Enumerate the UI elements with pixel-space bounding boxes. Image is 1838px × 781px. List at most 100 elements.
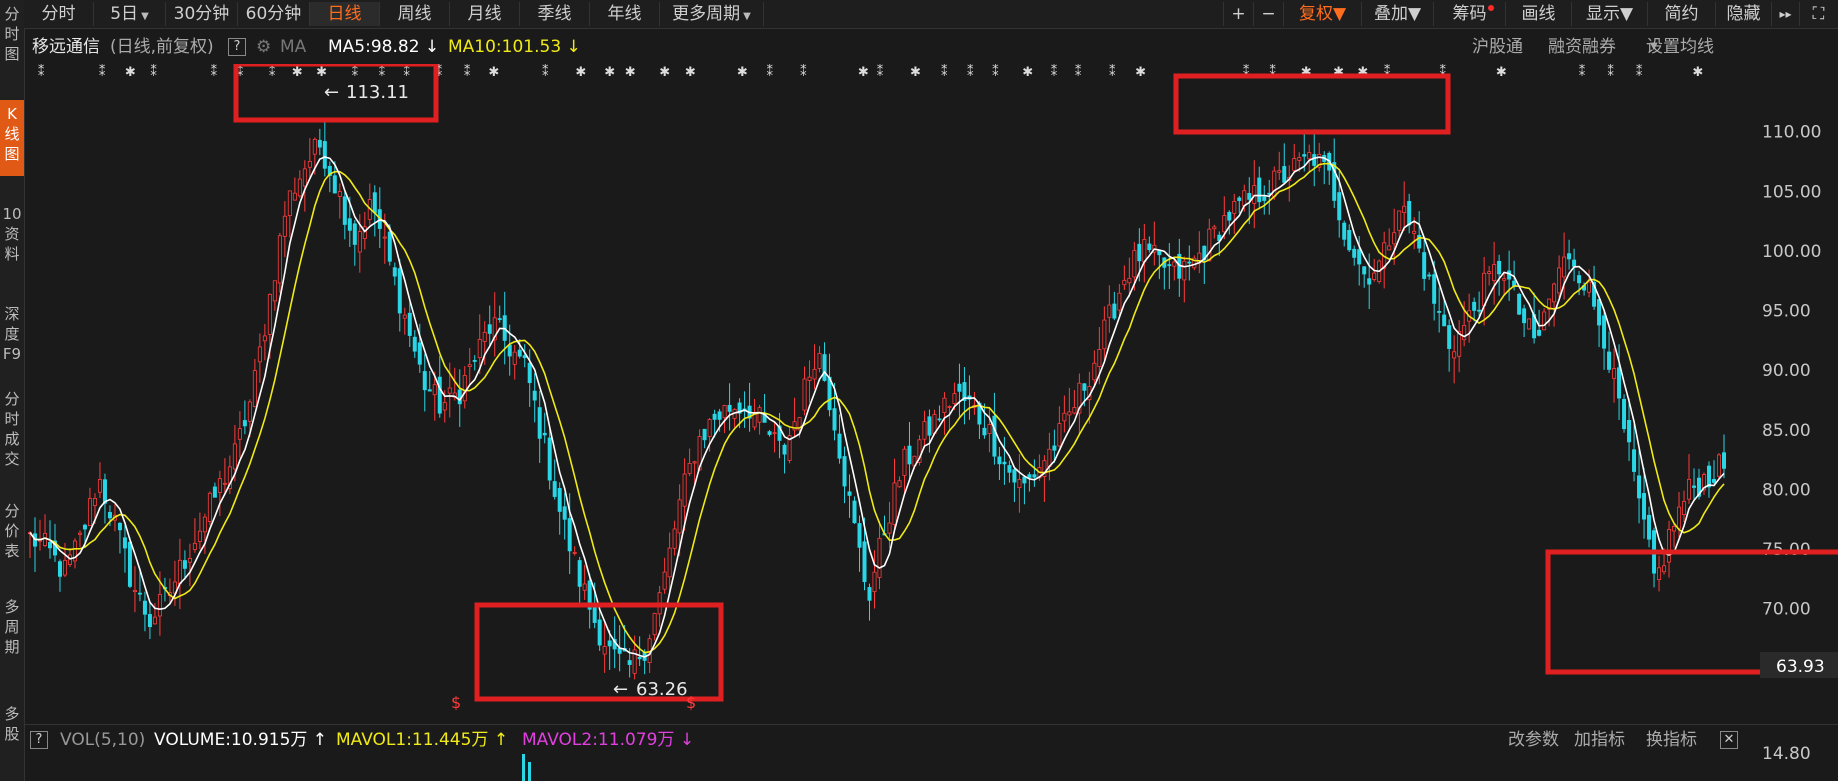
candle-body <box>537 407 542 439</box>
candle-body <box>1207 228 1212 262</box>
candle-body <box>1032 474 1037 478</box>
tab-label: 月线 <box>467 4 502 24</box>
candle-body <box>1107 304 1112 318</box>
period-toolbar: 分时 5日 ▼ 30分钟 60分钟 日线 周线 月线 季线 年线 更多周期 ▼ + … <box>24 0 1838 29</box>
caret-down-icon: ▼ <box>1619 4 1634 24</box>
tab-daily[interactable]: 日线 <box>310 2 380 26</box>
sidebar-item-kline[interactable]: K线图 <box>0 100 24 176</box>
candle-body <box>807 376 812 381</box>
volume-title[interactable]: VOL(5,10) <box>60 725 145 755</box>
candle-body <box>282 215 287 237</box>
candle-body <box>202 516 207 533</box>
candle-body <box>1132 250 1137 278</box>
sidebar-item-fenshi[interactable]: 分时图 <box>0 0 24 72</box>
expand-right-icon[interactable]: ▸▸ <box>1771 2 1799 26</box>
event-marker-icon: ✱ <box>488 65 499 80</box>
display-label: 显示 <box>1585 4 1620 24</box>
price-axis-label: 105.00 <box>1762 182 1821 202</box>
candle-body <box>372 192 377 214</box>
candle-body <box>157 594 162 617</box>
high-arrow-icon: ← <box>324 82 339 103</box>
zoom-out-button[interactable]: − <box>1253 2 1283 26</box>
sidebar-item-tick[interactable]: 分时成交 <box>0 385 24 477</box>
candle-body <box>472 360 477 362</box>
candle-body <box>562 506 567 520</box>
event-marker-icon: ⁑ <box>99 64 106 80</box>
candle-body <box>557 488 562 512</box>
candle-body <box>397 268 402 314</box>
candle-body <box>417 342 422 365</box>
event-marker-icon: ✱ <box>685 65 696 80</box>
candle-body <box>772 432 777 435</box>
candle-body <box>937 418 942 421</box>
sidebar-item-f10[interactable]: 10资料 <box>0 200 24 276</box>
candle-body <box>1082 383 1087 391</box>
fuquan-dropdown[interactable]: 复权▼ <box>1283 2 1361 26</box>
candle-body <box>1422 252 1427 279</box>
candle-body <box>1142 239 1147 263</box>
candle-body <box>237 428 242 440</box>
candle-body <box>662 571 667 590</box>
candle-body <box>897 480 902 488</box>
candle-body <box>337 191 342 197</box>
candle-body <box>247 401 252 422</box>
sidebar-item-depth-f9[interactable]: 深度F9 <box>0 300 24 376</box>
change-param-button[interactable]: 改参数 <box>1508 725 1559 755</box>
candle-body <box>577 560 582 587</box>
sidebar-item-multi-stock[interactable]: 多股 <box>0 700 24 760</box>
ma-label[interactable]: MA <box>280 30 306 64</box>
tab-monthly[interactable]: 月线 <box>450 2 520 26</box>
add-indicator-button[interactable]: 加指标 <box>1574 725 1625 755</box>
candle-body <box>1052 445 1057 451</box>
candle-body <box>547 437 552 481</box>
candle-body <box>997 456 1002 465</box>
switch-indicator-button[interactable]: 换指标 <box>1646 725 1697 755</box>
tab-30min[interactable]: 30分钟 <box>166 2 238 26</box>
zoom-in-button[interactable]: + <box>1223 2 1253 26</box>
candle-body <box>97 478 102 493</box>
candle-body <box>1562 256 1567 278</box>
candle-body <box>267 293 272 335</box>
hide-button[interactable]: 隐藏 <box>1715 2 1771 26</box>
candle-body <box>687 462 692 474</box>
candle-body <box>1672 526 1677 532</box>
candle-body <box>192 542 197 550</box>
hgt-link[interactable]: 沪股通 <box>1472 30 1523 64</box>
candle-body <box>1722 452 1727 469</box>
candle-body <box>107 512 112 519</box>
candle-body <box>462 375 467 402</box>
sidebar-item-price-table[interactable]: 分价表 <box>0 497 24 573</box>
candle-body <box>257 346 262 363</box>
tab-more-periods[interactable]: 更多周期 ▼ <box>660 2 764 26</box>
kline-chart[interactable]: ⁑ ⁑ ✱ ⁑ ⁑ ⁑ ⁑ ✱ ✱ ⁑ ⁑ ⁑ ⁑ ⁑ ✱ ⁑ ✱ ✱ ✱ ✱ ✱ ✱ ⁑ ⁑ ✱ ⁑ ✱ ⁑ ⁑ ⁑ ✱ ⁑ ⁑ ⁑ ✱ ⁑ ⁑ ✱ ✱ ✱… <box>24 61 1838 724</box>
candle-body <box>767 431 772 435</box>
candle-body <box>717 411 722 420</box>
overlay-dropdown[interactable]: 叠加▼ <box>1361 2 1433 26</box>
fullscreen-icon[interactable]: ⛶ <box>1799 2 1837 26</box>
candle-body <box>422 371 427 391</box>
candle-body <box>527 362 532 384</box>
kline-chart-area[interactable]: ⁑ ⁑ ✱ ⁑ ⁑ ⁑ ⁑ ✱ ✱ ⁑ ⁑ ⁑ ⁑ ⁑ ✱ ⁑ ✱ ✱ ✱ ✱ ✱ ✱ ⁑ ⁑ ✱ ⁑ ✱ ⁑ ⁑ ⁑ ✱ ⁑ ⁑ ⁑ ✱ ⁑ ⁑ ✱ ✱ ✱… <box>24 61 1838 724</box>
chips-button[interactable]: 筹码 <box>1433 2 1505 26</box>
sidebar-item-multi-period[interactable]: 多周期 <box>0 593 24 669</box>
candle-body <box>87 498 92 527</box>
tab-5day[interactable]: 5日 ▼ <box>94 2 166 26</box>
candle-body <box>1102 319 1107 350</box>
tab-60min[interactable]: 60分钟 <box>238 2 310 26</box>
candle-body <box>832 408 837 431</box>
candle-body <box>862 541 867 583</box>
candle-body <box>1632 449 1637 472</box>
settings-gear-icon[interactable]: ⚙ <box>256 30 271 64</box>
volume-value: VOLUME:10.915万 ↑ <box>154 730 328 750</box>
tab-fenshi[interactable]: 分时 <box>24 2 94 26</box>
simple-mode-button[interactable]: 简约 <box>1647 2 1715 26</box>
tab-quarterly[interactable]: 季线 <box>520 2 590 26</box>
candle-body <box>1337 192 1342 221</box>
draw-line-button[interactable]: 画线 <box>1505 2 1571 26</box>
candle-body <box>1427 274 1432 277</box>
display-dropdown[interactable]: 显示▼ <box>1571 2 1647 26</box>
tab-weekly[interactable]: 周线 <box>380 2 450 26</box>
margin-trading-link[interactable]: 融资融券 <box>1548 30 1616 64</box>
candle-body <box>592 607 597 623</box>
tab-yearly[interactable]: 年线 <box>590 2 660 26</box>
